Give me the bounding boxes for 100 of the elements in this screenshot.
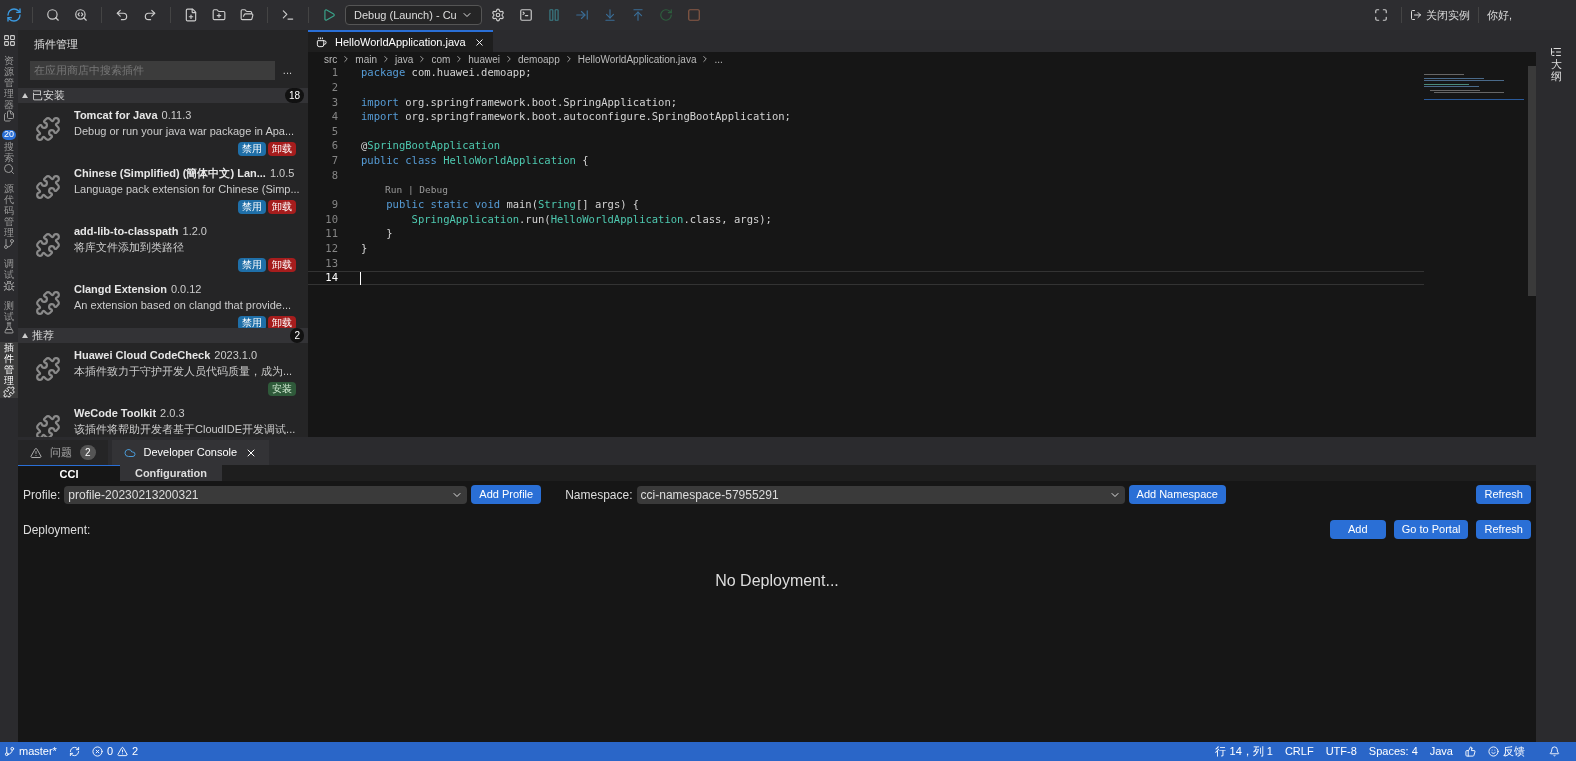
debug-config-select[interactable]: Debug (Launch) - Cu xyxy=(345,5,482,25)
language-mode[interactable]: Java xyxy=(1429,743,1453,760)
puzzle-piece-icon xyxy=(35,231,61,258)
smiley-icon xyxy=(1488,746,1499,757)
breadcrumb[interactable]: java xyxy=(395,51,414,67)
activity-bar-item[interactable]: 调试 xyxy=(0,257,18,292)
extension-name[interactable]: Huawei Cloud CodeCheck xyxy=(74,346,211,363)
extension-action-button[interactable]: 卸载 xyxy=(268,199,296,214)
sync-icon[interactable] xyxy=(68,746,80,757)
extension-description: 该插件将帮助开发者基于CloudIDE开发调试... xyxy=(74,422,296,437)
deployment-label: Deployment: xyxy=(23,521,92,539)
namespace-select[interactable]: cci-namespace-57955291 xyxy=(636,485,1125,504)
line-number: 7 xyxy=(330,153,338,168)
puzzle-piece-icon xyxy=(35,355,61,382)
close-instance-button[interactable]: 关闭实例 xyxy=(1409,6,1470,24)
line-number: 6 xyxy=(330,138,338,154)
extension-action-button[interactable]: 卸载 xyxy=(268,141,296,156)
code-line: } xyxy=(385,226,393,242)
line-number: 4 xyxy=(330,109,338,125)
profile-label: Profile: xyxy=(23,486,61,504)
warning-icon xyxy=(30,446,42,459)
activity-icon xyxy=(3,110,15,122)
thumbs-up-icon[interactable] xyxy=(1465,746,1476,757)
activity-bar-item[interactable]: 插件管理 xyxy=(0,341,18,398)
error-icon[interactable] xyxy=(91,746,103,757)
close-icon xyxy=(473,36,485,48)
extension-version: 2023.1.0 xyxy=(214,347,258,363)
refresh-button[interactable]: Refresh xyxy=(1476,485,1531,504)
panel-tab[interactable]: Developer Console xyxy=(111,440,270,465)
count-badge: 2 xyxy=(290,327,304,343)
outline-icon xyxy=(1550,46,1562,58)
section-header[interactable]: 推荐 2 xyxy=(18,327,308,343)
extension-action-button[interactable]: 禁用 xyxy=(238,141,266,156)
extension-name[interactable]: Tomcat for Java xyxy=(74,106,158,123)
code-line: package com.huawei.demoapp; xyxy=(361,65,532,81)
extension-name[interactable]: add-lib-to-classpath xyxy=(74,222,179,239)
extension-name[interactable]: Clangd Extension xyxy=(74,280,167,297)
outline-tab[interactable]: 大纲 xyxy=(1550,46,1562,83)
sub-tab[interactable]: Configuration xyxy=(120,465,222,481)
extension-action-button[interactable]: 安装 xyxy=(268,381,296,396)
encoding[interactable]: UTF-8 xyxy=(1325,743,1357,760)
breadcrumb[interactable]: main xyxy=(355,51,378,67)
extension-action-button[interactable]: 卸载 xyxy=(268,315,296,328)
extension-version: 1.2.0 xyxy=(182,223,207,239)
breadcrumb[interactable]: src xyxy=(324,51,338,67)
count-badge: 2 xyxy=(80,445,96,460)
branch-status[interactable]: master* xyxy=(4,743,57,760)
error-count[interactable]: 0 xyxy=(106,743,114,760)
scrollbar[interactable] xyxy=(1528,66,1536,296)
panel-tab[interactable]: 问题 2 xyxy=(18,440,108,465)
sidebar-title: 插件管理 xyxy=(33,37,79,52)
puzzle-piece-icon xyxy=(35,115,61,142)
apps-grid-icon[interactable] xyxy=(2,34,16,47)
profile-select[interactable]: profile-20230213200321 xyxy=(64,485,468,504)
namespace-label: Namespace: xyxy=(565,486,633,504)
activity-bar-item[interactable]: 20 搜索 xyxy=(0,130,18,175)
sub-tab[interactable]: CCI xyxy=(18,465,120,481)
section-header[interactable]: 已安装 18 xyxy=(18,87,308,103)
cursor-position[interactable]: 行 14，列 1 xyxy=(1215,743,1273,760)
breadcrumb[interactable]: huawei xyxy=(468,51,500,67)
activity-icon xyxy=(3,385,15,398)
extension-action-button[interactable]: 禁用 xyxy=(238,257,266,272)
extension-name[interactable]: Chinese (Simplified) (簡体中文) Lan... xyxy=(74,164,266,181)
exit-icon xyxy=(1409,9,1422,21)
notification-icon[interactable] xyxy=(1549,746,1560,757)
extension-action-button[interactable]: 禁用 xyxy=(238,315,266,328)
puzzle-piece-icon xyxy=(35,289,61,316)
more-button[interactable]: ... xyxy=(278,61,296,79)
extension-action-button[interactable]: 卸载 xyxy=(268,257,296,272)
breadcrumb[interactable]: demoapp xyxy=(518,51,560,67)
app-logo-icon[interactable] xyxy=(4,5,24,25)
code-line: public static void main(String[] args) { xyxy=(385,197,640,213)
extension-action-button[interactable]: 禁用 xyxy=(238,199,266,214)
breadcrumb[interactable]: ... xyxy=(714,51,723,67)
deployment-button[interactable]: Refresh xyxy=(1476,520,1531,539)
activity-bar-item[interactable]: 源代码管理 xyxy=(0,182,18,250)
indentation[interactable]: Spaces: 4 xyxy=(1368,743,1418,760)
breadcrumb[interactable]: com xyxy=(431,51,451,67)
activity-bar-item[interactable]: 资源管理器 xyxy=(0,55,18,122)
codelens-text[interactable]: Run | Debug xyxy=(361,182,448,198)
extension-name[interactable]: WeCode Toolkit xyxy=(74,404,157,421)
deployment-button[interactable]: Go to Portal xyxy=(1393,520,1469,539)
line-number: 1 xyxy=(330,65,338,81)
line-ending[interactable]: CRLF xyxy=(1284,743,1314,760)
java-file-icon xyxy=(316,36,327,48)
warning-icon[interactable] xyxy=(117,746,129,757)
deployment-button[interactable]: Add xyxy=(1329,520,1386,539)
add-namespace-button[interactable]: Add Namespace xyxy=(1128,485,1226,504)
line-number: 12 xyxy=(324,240,338,256)
add-profile-button[interactable]: Add Profile xyxy=(471,485,542,504)
breadcrumb[interactable]: HelloWorldApplication.java xyxy=(577,51,697,67)
text-cursor xyxy=(360,271,361,285)
feedback-button[interactable]: 反馈 xyxy=(1488,743,1525,760)
editor-tab[interactable]: HelloWorldApplication.java xyxy=(308,30,493,52)
line-number: 10 xyxy=(324,211,338,227)
caret-icon xyxy=(22,332,28,338)
code-line: SpringApplication.run(HelloWorldApplication.class, args); xyxy=(410,211,772,227)
activity-bar-item[interactable]: 测试 xyxy=(0,299,18,334)
chevron-icon xyxy=(504,54,514,64)
warning-count[interactable]: 2 xyxy=(132,743,139,760)
